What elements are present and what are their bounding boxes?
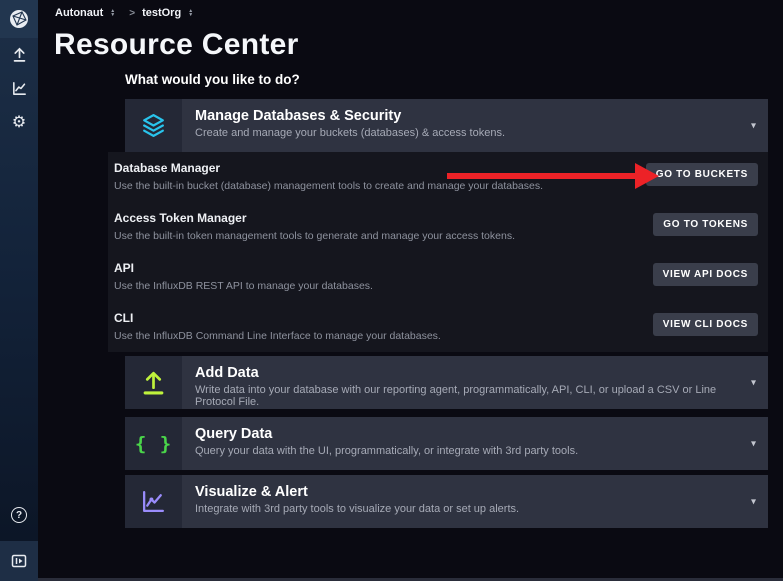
panel-add-data[interactable]: Add Data Write data into your database w… <box>125 356 768 409</box>
panel-visualize-alert[interactable]: Visualize & Alert Integrate with 3rd par… <box>125 475 768 528</box>
help-icon[interactable]: ? <box>0 507 38 523</box>
database-manager-row: Database Manager Use the built-in bucket… <box>108 152 768 202</box>
cli-row: CLI Use the InfluxDB Command Line Interf… <box>108 302 768 352</box>
panel-query-data[interactable]: { } Query Data Query your data with the … <box>125 417 768 470</box>
panel-text: Manage Databases & Security Create and m… <box>182 99 768 152</box>
go-to-buckets-button[interactable]: GO TO BUCKETS <box>646 163 758 186</box>
page-title: Resource Center <box>54 28 299 62</box>
org-switcher-caret-icon[interactable]: ▲ ▼ <box>110 9 115 17</box>
api-row: API Use the InfluxDB REST API to manage … <box>108 252 768 302</box>
influxdb-logo[interactable] <box>0 0 38 38</box>
panel-description: Create and manage your buckets (database… <box>195 127 742 139</box>
view-api-docs-button[interactable]: VIEW API DOCS <box>653 263 758 286</box>
app-window: ⚙ ? Autonaut ▲ ▼ > testOrg ▲ ▼ Resource … <box>0 0 783 581</box>
manage-expanded-content: Database Manager Use the built-in bucket… <box>108 152 768 352</box>
expand-sidebar-icon[interactable] <box>0 541 38 581</box>
panel-description: Write data into your database with our r… <box>195 384 742 408</box>
panel-text: Add Data Write data into your database w… <box>182 356 768 409</box>
view-cli-docs-button[interactable]: VIEW CLI DOCS <box>653 313 758 336</box>
page-subtitle: What would you like to do? <box>125 72 300 87</box>
collapse-caret-icon[interactable]: ▾ <box>751 496 756 507</box>
panel-description: Query your data with the UI, programmati… <box>195 445 742 457</box>
settings-gear-icon[interactable]: ⚙ <box>9 112 29 132</box>
go-to-tokens-button[interactable]: GO TO TOKENS <box>653 213 758 236</box>
panel-text: Query Data Query your data with the UI, … <box>182 417 768 470</box>
breadcrumb-project[interactable]: testOrg <box>142 7 181 19</box>
line-chart-icon <box>125 475 182 528</box>
collapse-caret-icon[interactable]: ▾ <box>751 438 756 449</box>
upload-arrow-icon <box>125 356 182 409</box>
collapse-caret-icon[interactable]: ▾ <box>751 120 756 131</box>
panel-title: Manage Databases & Security <box>195 108 742 124</box>
panel-title: Add Data <box>195 365 742 381</box>
sidebar: ⚙ ? <box>0 0 38 581</box>
panel-manage-databases[interactable]: Manage Databases & Security Create and m… <box>125 99 768 152</box>
panel-title: Visualize & Alert <box>195 484 742 500</box>
load-data-nav-icon[interactable] <box>9 44 29 64</box>
breadcrumb: Autonaut ▲ ▼ > testOrg ▲ ▼ <box>55 7 200 19</box>
breadcrumb-org[interactable]: Autonaut <box>55 7 103 19</box>
breadcrumb-separator-icon: > <box>129 8 135 19</box>
influxdb-logo-icon <box>8 8 30 30</box>
collapse-caret-icon[interactable]: ▾ <box>751 377 756 388</box>
sidebar-nav: ⚙ <box>0 44 38 132</box>
layers-icon <box>125 99 182 152</box>
panel-text: Visualize & Alert Integrate with 3rd par… <box>182 475 768 528</box>
data-explorer-nav-icon[interactable] <box>9 78 29 98</box>
project-switcher-caret-icon[interactable]: ▲ ▼ <box>188 9 193 17</box>
curly-braces-icon: { } <box>125 417 182 470</box>
panel-title: Query Data <box>195 426 742 442</box>
panel-description: Integrate with 3rd party tools to visual… <box>195 503 742 515</box>
access-token-manager-row: Access Token Manager Use the built-in to… <box>108 202 768 252</box>
